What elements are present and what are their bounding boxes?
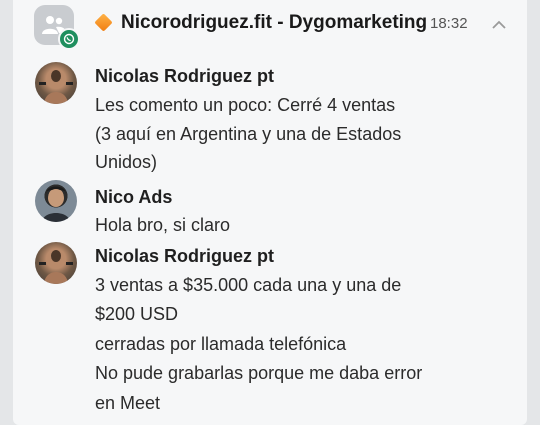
sender-name: Nicolas Rodriguez pt — [95, 66, 275, 86]
message-line: $200 USD — [95, 304, 179, 324]
message-line: cerradas por llamada telefónica — [95, 334, 347, 354]
message-item: Nicolas Rodriguez pt Les comento un poco… — [13, 58, 527, 178]
message-line: Les comento un poco: Cerré 4 ventas — [95, 95, 396, 115]
message-item: Nico Ads Hola bro, si claro — [13, 180, 527, 240]
message-item: Nicolas Rodriguez pt 3 ventas a $35.000 … — [13, 240, 527, 425]
notification-card[interactable]: Nicorodriguez.fit - Dygomarketing 18:32 … — [13, 0, 527, 425]
notification-time: 18:32 — [430, 15, 468, 32]
avatar — [35, 180, 77, 222]
chevron-up-icon[interactable] — [491, 17, 507, 35]
sender-name: Nicolas Rodriguez pt — [95, 246, 275, 266]
sender-name: Nico Ads — [95, 187, 173, 207]
message-line: Hola bro, si claro — [95, 215, 231, 235]
message-line: 3 ventas a $35.000 cada una y una de — [95, 275, 402, 295]
notification-header: Nicorodriguez.fit - Dygomarketing 18:32 — [13, 0, 527, 56]
chat-title: Nicorodriguez.fit - Dygomarketing — [121, 12, 428, 33]
avatar — [35, 242, 77, 284]
message-line: en Meet — [95, 393, 161, 413]
orange-diamond-icon — [94, 13, 113, 32]
message-line: (3 aquí en Argentina y una de Estados — [95, 124, 402, 144]
avatar — [35, 62, 77, 104]
message-line: Unidos) — [95, 152, 158, 172]
message-line: No pude grabarlas porque me daba error — [95, 363, 423, 383]
whatsapp-icon — [58, 28, 80, 50]
